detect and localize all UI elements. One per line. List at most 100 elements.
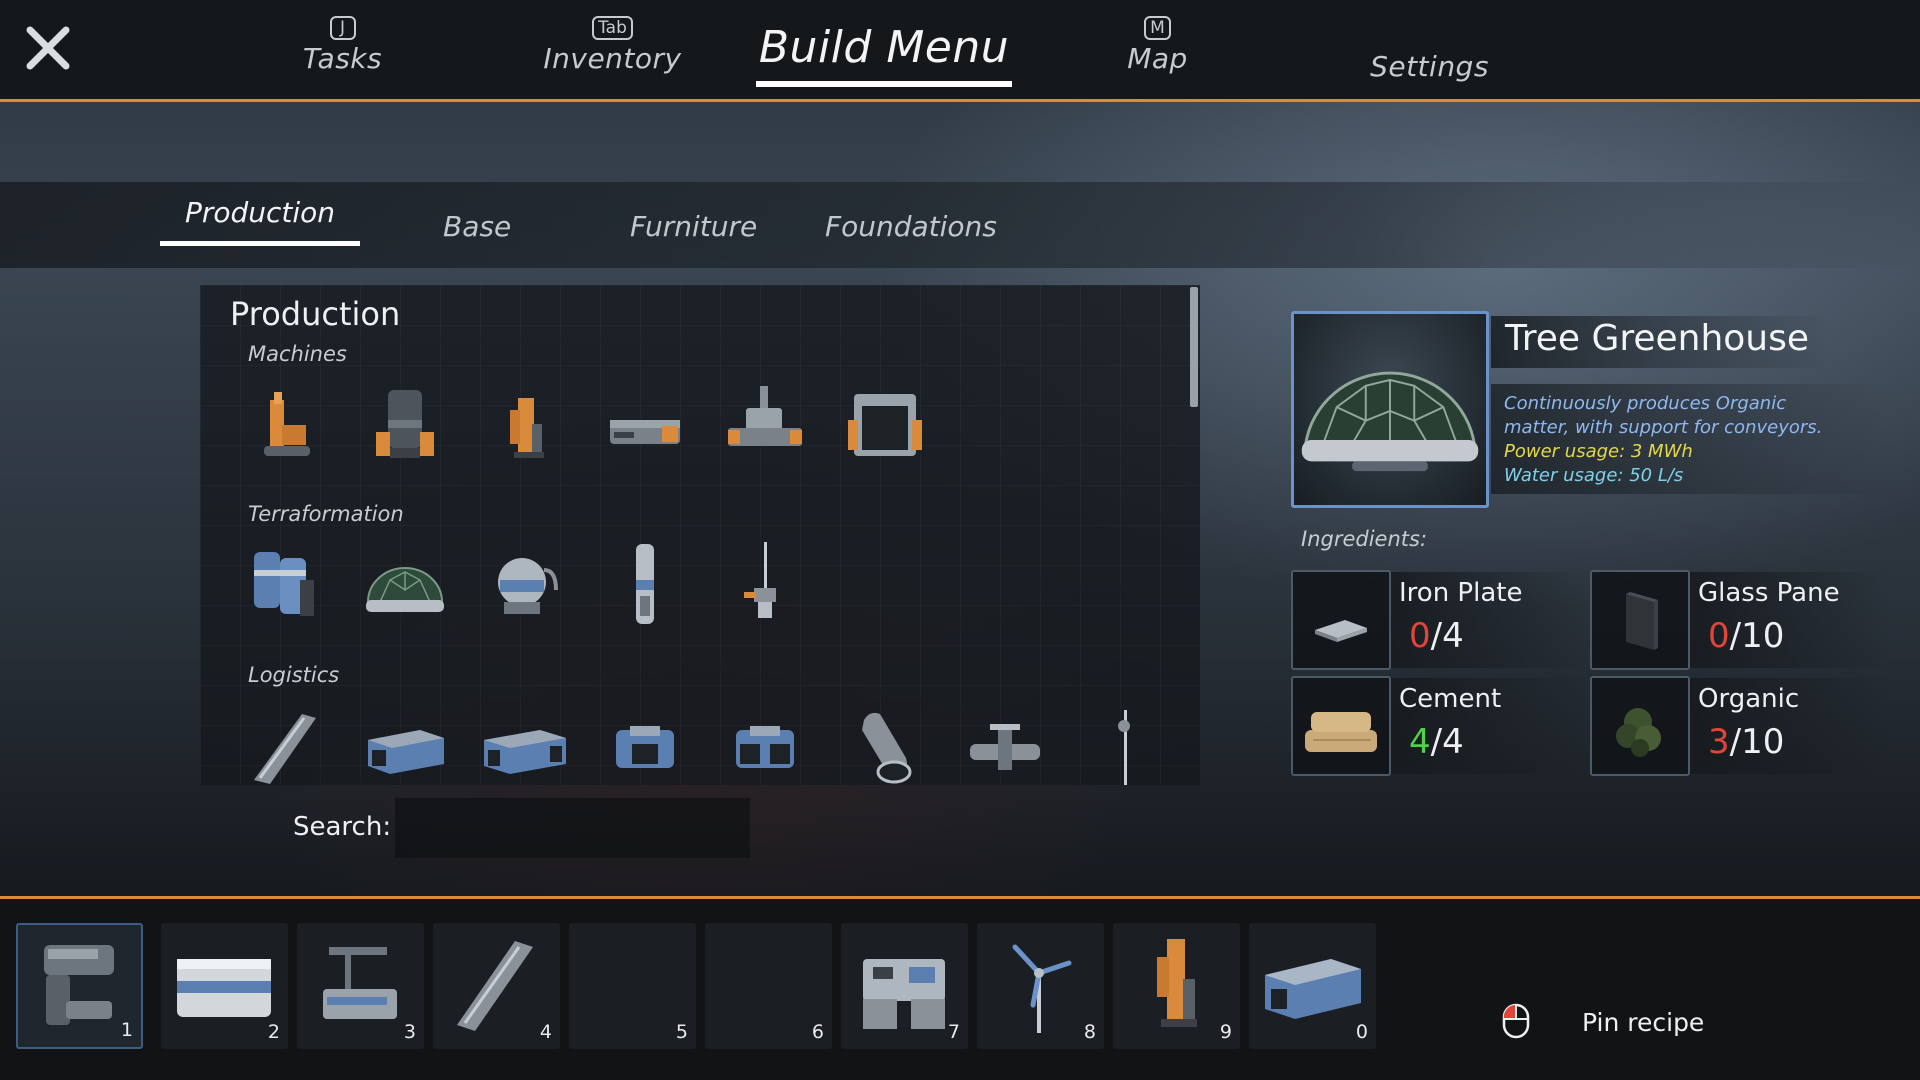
slot-number: 2 bbox=[267, 1021, 280, 1043]
water-usage: Water usage: 50 L/s bbox=[1504, 465, 1684, 486]
ingredient-name: Iron Plate bbox=[1399, 578, 1523, 608]
subtab-base[interactable]: Base bbox=[443, 210, 511, 282]
storage-container-icon bbox=[1265, 959, 1361, 1019]
iron-plate-icon bbox=[1291, 570, 1391, 670]
slot-number: 0 bbox=[1355, 1021, 1368, 1043]
slot-number: 4 bbox=[539, 1021, 552, 1043]
item-assembler[interactable] bbox=[720, 380, 810, 470]
active-subtab-underline bbox=[160, 241, 360, 246]
tab-settings-label: Settings bbox=[1370, 50, 1489, 83]
ingredient-cement: Cement 4/4 bbox=[1291, 676, 1591, 776]
ingredient-need: /4 bbox=[1430, 616, 1464, 656]
ingredients-label: Ingredients: bbox=[1301, 527, 1428, 551]
item-conveyor-ramp[interactable] bbox=[240, 700, 330, 785]
catalog-scrollbar[interactable] bbox=[1190, 287, 1198, 407]
tab-build-menu[interactable]: Build Menu bbox=[756, 22, 1012, 87]
item-oxygen-generator[interactable] bbox=[480, 540, 570, 630]
build-catalog-panel: Production Machines Terraformation Logis… bbox=[200, 285, 1200, 785]
item-water-tanks[interactable] bbox=[240, 540, 330, 630]
item-drill-machine[interactable] bbox=[240, 380, 330, 470]
item-large-container[interactable] bbox=[480, 700, 570, 785]
tab-settings[interactable]: Settings bbox=[1362, 48, 1497, 83]
ingredient-count: 0/4 bbox=[1409, 616, 1464, 656]
active-tab-underline bbox=[756, 81, 1012, 87]
item-merger[interactable] bbox=[720, 700, 810, 785]
slot-number: 1 bbox=[120, 1019, 133, 1041]
tab-inventory-label: Inventory bbox=[543, 42, 682, 75]
ingredient-need: /10 bbox=[1729, 722, 1785, 762]
hotbar-slot-5[interactable]: 5 bbox=[569, 923, 696, 1049]
item-tree-greenhouse[interactable] bbox=[360, 540, 450, 630]
description-line-1: Continuously produces Organic bbox=[1504, 393, 1787, 414]
subtab-production-label: Production bbox=[184, 196, 336, 229]
organic-plant-icon bbox=[1590, 676, 1690, 776]
hotbar: 1 2 3 4 5 6 7 8 9 0 bbox=[0, 899, 1920, 1080]
item-smelter[interactable] bbox=[360, 380, 450, 470]
tab-tasks-label: Tasks bbox=[302, 42, 383, 75]
category-label-logistics: Logistics bbox=[248, 663, 340, 687]
pin-recipe-button[interactable]: Pin recipe bbox=[1582, 1008, 1704, 1037]
ingredient-have: 0 bbox=[1409, 616, 1431, 656]
item-excavator[interactable] bbox=[480, 380, 570, 470]
item-pipe-valve[interactable] bbox=[960, 700, 1050, 785]
glass-pane-icon bbox=[1590, 570, 1690, 670]
ingredient-have: 3 bbox=[1708, 722, 1730, 762]
hotbar-slot-0[interactable]: 0 bbox=[1249, 923, 1376, 1049]
hotbar-slot-6[interactable]: 6 bbox=[705, 923, 832, 1049]
item-heater-tower[interactable] bbox=[600, 540, 690, 630]
hotbar-slot-2[interactable]: 2 bbox=[161, 923, 288, 1049]
search-input[interactable] bbox=[395, 798, 750, 858]
item-fabricator[interactable] bbox=[840, 380, 930, 470]
ingredient-name: Glass Pane bbox=[1698, 578, 1840, 608]
description-line-2: matter, with support for conveyors. bbox=[1504, 417, 1823, 438]
ingredient-need: /10 bbox=[1729, 616, 1785, 656]
mouse-click-icon bbox=[1502, 1003, 1530, 1039]
hotbar-slot-7[interactable]: 7 bbox=[841, 923, 968, 1049]
storage-crate-icon bbox=[177, 959, 271, 1017]
ingredient-organic: Organic 3/10 bbox=[1590, 676, 1890, 776]
conveyor-ramp-icon bbox=[457, 941, 533, 1031]
tab-map-label: Map bbox=[1127, 42, 1188, 75]
subtab-production[interactable]: Production bbox=[160, 196, 360, 268]
ingredient-iron-plate: Iron Plate 0/4 bbox=[1291, 570, 1591, 670]
cement-bags-icon bbox=[1291, 676, 1391, 776]
category-label-terraformation: Terraformation bbox=[248, 502, 404, 526]
subtab-foundations[interactable]: Foundations bbox=[825, 210, 997, 282]
slot-number: 7 bbox=[947, 1021, 960, 1043]
item-lamp-post[interactable] bbox=[1080, 700, 1170, 785]
tab-tasks[interactable]: J Tasks bbox=[290, 16, 395, 75]
slot-number: 5 bbox=[675, 1021, 688, 1043]
build-tool-icon bbox=[44, 945, 114, 1025]
key-hint-m: M bbox=[1144, 16, 1171, 40]
item-storage-container[interactable] bbox=[360, 700, 450, 785]
hotbar-slot-8[interactable]: 8 bbox=[977, 923, 1104, 1049]
ingredient-name: Cement bbox=[1399, 684, 1502, 714]
ingredient-count: 0/10 bbox=[1708, 616, 1784, 656]
subtab-furniture[interactable]: Furniture bbox=[630, 210, 757, 282]
slot-number: 3 bbox=[403, 1021, 416, 1043]
hotbar-slot-9[interactable]: 9 bbox=[1113, 923, 1240, 1049]
category-tabs: Production Base Furniture Foundations bbox=[0, 182, 1920, 268]
hotbar-slot-3[interactable]: 3 bbox=[297, 923, 424, 1049]
key-hint-tab: Tab bbox=[592, 16, 633, 40]
ingredient-need: /4 bbox=[1430, 722, 1464, 762]
item-splitter[interactable] bbox=[600, 700, 690, 785]
slot-number: 9 bbox=[1219, 1021, 1232, 1043]
item-refinery[interactable] bbox=[600, 380, 690, 470]
hotbar-slot-1[interactable]: 1 bbox=[16, 923, 143, 1049]
computer-terminal-icon bbox=[863, 959, 945, 1029]
close-icon[interactable] bbox=[22, 22, 74, 74]
selected-item-preview bbox=[1291, 311, 1489, 508]
tab-build-menu-label: Build Menu bbox=[758, 22, 1010, 73]
hotbar-slot-4[interactable]: 4 bbox=[433, 923, 560, 1049]
ingredient-count: 3/10 bbox=[1708, 722, 1784, 762]
tab-map[interactable]: M Map bbox=[1120, 16, 1195, 75]
item-antenna-drone[interactable] bbox=[720, 540, 810, 630]
ingredient-have: 4 bbox=[1409, 722, 1431, 762]
search-label: Search: bbox=[293, 812, 392, 842]
ingredient-count: 4/4 bbox=[1409, 722, 1464, 762]
item-pipe-elbow[interactable] bbox=[840, 700, 930, 785]
slot-number: 6 bbox=[811, 1021, 824, 1043]
tab-inventory[interactable]: Tab Inventory bbox=[540, 16, 685, 75]
excavator-icon bbox=[1157, 939, 1197, 1027]
